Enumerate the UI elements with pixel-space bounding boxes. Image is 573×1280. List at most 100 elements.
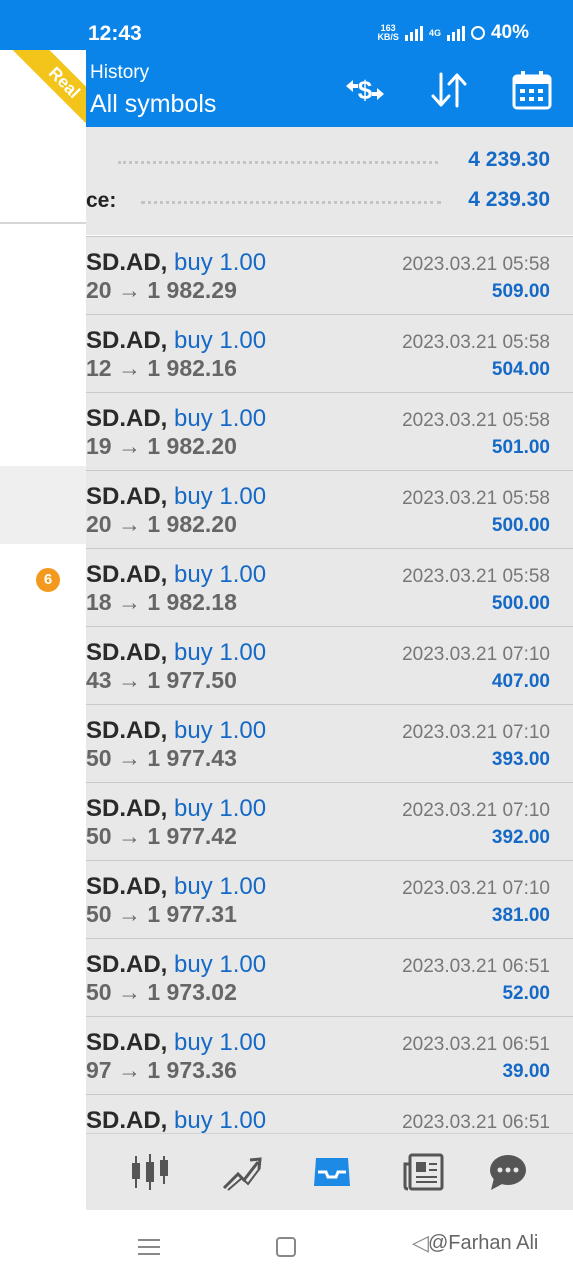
trade-history-list[interactable]: SD.AD, buy 1.00 20 → 1 982.29 2023.03.21…	[86, 236, 573, 1133]
trade-action: buy 1.00	[174, 561, 267, 588]
table-row[interactable]: SD.AD, buy 1.00 50 → 1 977.31 2023.03.21…	[86, 860, 573, 938]
sort-icon[interactable]	[427, 68, 471, 112]
drawer-item-selected[interactable]	[0, 466, 86, 544]
trade-action: buy 1.00	[174, 405, 267, 432]
trade-action: buy 1.00	[174, 717, 267, 744]
signal-icon	[404, 25, 423, 41]
trade-profit: 501.00	[491, 437, 550, 458]
quotes-candlestick-icon[interactable]	[128, 1150, 172, 1194]
system-nav-bar: ◁ @Farhan Ali	[0, 1210, 573, 1280]
summary-label-2: ce:	[86, 189, 117, 212]
table-row[interactable]: SD.AD, buy 1.00 20 → 1 982.29 2023.03.21…	[86, 236, 573, 314]
trade-action: buy 1.00	[174, 483, 267, 510]
trade-datetime: 2023.03.21 06:51	[402, 956, 550, 977]
trade-datetime: 2023.03.21 06:51	[402, 1112, 550, 1133]
trade-action: buy 1.00	[174, 327, 267, 354]
home-button[interactable]	[276, 1237, 296, 1257]
back-button[interactable]: ◁	[412, 1230, 429, 1256]
trade-action: buy 1.00	[174, 1029, 267, 1056]
trade-prices: 50 → 1 977.42	[86, 823, 237, 849]
history-inbox-icon[interactable]	[310, 1150, 354, 1194]
trade-datetime: 2023.03.21 07:10	[402, 800, 550, 821]
trade-profit: 381.00	[491, 905, 550, 926]
dotted-leader	[141, 201, 441, 204]
network-type: 4G	[428, 27, 441, 38]
trade-symbol: SD.AD, buy 1.00	[86, 639, 267, 666]
summary-value-1: 4 239.30	[468, 148, 550, 171]
status-right: 163 KB/S 4G 40%	[377, 22, 529, 44]
table-row[interactable]: SD.AD, buy 1.00 20 → 1 982.20 2023.03.21…	[86, 470, 573, 548]
account-type-ribbon: Real	[12, 50, 86, 126]
table-row[interactable]: SD.AD, buy 1.00 12 → 1 982.16 2023.03.21…	[86, 314, 573, 392]
battery-icon	[470, 26, 485, 40]
trade-action: buy 1.00	[174, 1107, 267, 1133]
drawer-divider	[0, 222, 86, 224]
table-row[interactable]: SD.AD, buy 1.00 19 → 1 982.20 2023.03.21…	[86, 392, 573, 470]
trade-symbol: SD.AD, buy 1.00	[86, 795, 267, 822]
net-speed: 163 KB/S	[377, 23, 399, 42]
trade-symbol: SD.AD, buy 1.00	[86, 327, 267, 354]
trade-prices: 50 → 1 977.31	[86, 901, 237, 927]
trade-symbol: SD.AD, buy 1.00	[86, 483, 267, 510]
trade-profit: 392.00	[491, 827, 550, 848]
trade-symbol: SD.AD, buy 1.00	[86, 873, 267, 900]
trade-datetime: 2023.03.21 07:10	[402, 878, 550, 899]
battery-level: 40%	[490, 22, 529, 43]
trade-action: buy 1.00	[174, 639, 267, 666]
trade-symbol: SD.AD, buy 1.00	[86, 1029, 267, 1056]
currency-exchange-icon[interactable]: $	[343, 68, 387, 112]
trade-action: buy 1.00	[174, 951, 267, 978]
trade-datetime: 2023.03.21 05:58	[402, 488, 550, 509]
news-icon[interactable]	[402, 1150, 446, 1194]
trade-profit: 500.00	[491, 593, 550, 614]
trade-prices: 20 → 1 982.20	[86, 511, 237, 537]
table-row[interactable]: SD.AD, buy 1.00 50 → 1 973.02 2023.03.21…	[86, 938, 573, 1016]
trade-prices: 43 → 1 977.50	[86, 667, 237, 693]
trade-symbol: SD.AD, buy 1.00	[86, 951, 267, 978]
trade-prices: 18 → 1 982.18	[86, 589, 237, 615]
trade-datetime: 2023.03.21 07:10	[402, 644, 550, 665]
summary-row-2: ce: 4 239.30	[86, 181, 573, 221]
trade-datetime: 2023.03.21 05:58	[402, 410, 550, 431]
trade-prices: 19 → 1 982.20	[86, 433, 237, 459]
trade-symbol: SD.AD, buy 1.00	[86, 717, 267, 744]
trade-action: buy 1.00	[174, 873, 267, 900]
bottom-tab-bar	[86, 1133, 573, 1211]
trade-prices: 97 → 1 973.36	[86, 1057, 237, 1083]
trade-datetime: 2023.03.21 05:58	[402, 254, 550, 275]
summary-panel: 4 239.30 ce: 4 239.30	[86, 127, 573, 235]
chart-trend-icon[interactable]	[220, 1150, 264, 1194]
status-bar: 12:43 163 KB/S 4G 40%	[0, 0, 573, 50]
navigation-drawer[interactable]: Real 6	[0, 50, 86, 1210]
summary-value-2: 4 239.30	[468, 188, 550, 211]
table-row[interactable]: SD.AD, buy 1.00 50 → 1 977.43 2023.03.21…	[86, 704, 573, 782]
notification-badge: 6	[36, 568, 60, 592]
trade-symbol: SD.AD, buy 1.00	[86, 249, 267, 276]
trade-profit: 39.00	[502, 1061, 550, 1082]
table-row[interactable]: SD.AD, buy 1.00 50 → 1 977.42 2023.03.21…	[86, 782, 573, 860]
table-row[interactable]: SD.AD, buy 1.00 97 → 1 973.36 2023.03.21…	[86, 1016, 573, 1094]
trade-datetime: 2023.03.21 05:58	[402, 332, 550, 353]
signal-icon-2	[446, 25, 465, 41]
summary-row-1: 4 239.30	[86, 141, 573, 181]
trade-prices: 50 → 1 973.02	[86, 979, 237, 1005]
trade-prices: 12 → 1 982.16	[86, 355, 237, 381]
account-ribbon-container: Real	[0, 50, 86, 126]
chat-icon[interactable]	[486, 1150, 530, 1194]
header-subtitle: History	[90, 62, 150, 83]
table-row[interactable]: SD.AD, buy 1.00 43 → 1 977.50 2023.03.21…	[86, 626, 573, 704]
watermark-text: @Farhan Ali	[428, 1232, 539, 1254]
status-time: 12:43	[88, 22, 142, 45]
trade-profit: 500.00	[491, 515, 550, 536]
trade-prices: 20 → 1 982.29	[86, 277, 237, 303]
recent-apps-button[interactable]	[138, 1234, 160, 1260]
trade-action: buy 1.00	[174, 795, 267, 822]
svg-text:$: $	[358, 75, 373, 105]
table-row[interactable]: SD.AD, buy 1.00 18 → 1 982.18 2023.03.21…	[86, 548, 573, 626]
header-title[interactable]: All symbols	[90, 90, 216, 119]
trade-profit: 509.00	[491, 281, 550, 302]
table-row[interactable]: SD.AD, buy 1.00 2023.03.21 06:51	[86, 1094, 573, 1133]
trade-datetime: 2023.03.21 06:51	[402, 1034, 550, 1055]
calendar-icon[interactable]	[510, 68, 554, 112]
trade-profit: 407.00	[491, 671, 550, 692]
